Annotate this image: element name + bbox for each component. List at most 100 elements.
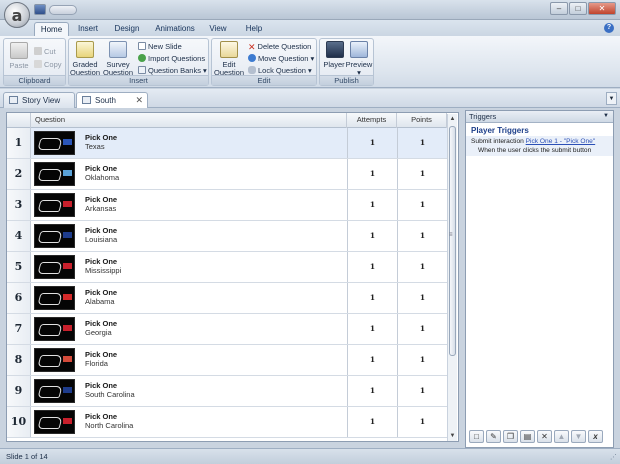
map-outline-icon [37, 262, 63, 274]
trigger-object-link[interactable]: Pick One 1 - "Pick One" [526, 138, 596, 145]
tab-view[interactable]: View [207, 22, 229, 36]
scroll-thumb[interactable] [449, 126, 456, 356]
app-menu-button[interactable]: a [4, 2, 30, 28]
table-row[interactable]: 6 Pick One Alabama 1 1 [7, 283, 447, 314]
slide-thumbnail [34, 193, 75, 217]
vertical-scrollbar[interactable]: ▲ ≡ ▼ [447, 114, 457, 441]
edit-trigger-icon[interactable]: ✎ [486, 430, 501, 443]
help-icon[interactable]: ? [604, 23, 614, 33]
attempts-cell: 1 [347, 128, 397, 158]
question-name: Florida [85, 359, 108, 368]
delete-trigger-icon[interactable]: ✕ [537, 430, 552, 443]
scroll-down-icon[interactable]: ▼ [448, 431, 457, 441]
question-type: Pick One [85, 133, 118, 142]
state-flag-icon [63, 139, 72, 145]
question-type: Pick One [85, 288, 118, 297]
attempts-cell: 1 [347, 190, 397, 220]
table-row[interactable]: 4 Pick One Louisiana 1 1 [7, 221, 447, 252]
table-row[interactable]: 5 Pick One Mississippi 1 1 [7, 252, 447, 283]
table-row[interactable]: 9 Pick One South Carolina 1 1 [7, 376, 447, 407]
tab-insert[interactable]: Insert [75, 22, 101, 36]
survey-question-icon [109, 41, 127, 58]
lock-icon [248, 66, 256, 74]
slide-thumbnail [34, 348, 75, 372]
paste-button[interactable]: Paste [7, 62, 31, 70]
player-button[interactable]: Player [320, 61, 348, 69]
new-trigger-icon[interactable]: □ [469, 430, 484, 443]
new-slide-button[interactable]: New Slide [138, 42, 182, 51]
save-icon[interactable] [34, 4, 46, 15]
table-row[interactable]: 8 Pick One Florida 1 1 [7, 345, 447, 376]
table-row[interactable]: 2 Pick One Oklahoma 1 1 [7, 159, 447, 190]
slide-thumbnail [34, 162, 75, 186]
table-row[interactable]: 7 Pick One Georgia 1 1 [7, 314, 447, 345]
trigger-description: Submit interaction Pick One 1 - "Pick On… [471, 138, 595, 145]
question-type: Pick One [85, 319, 118, 328]
undo-redo-icon[interactable] [49, 5, 77, 15]
question-banks-button[interactable]: Question Banks ▾ [138, 66, 207, 75]
copy-trigger-icon[interactable]: ❐ [503, 430, 518, 443]
tab-home[interactable]: Home [34, 22, 69, 36]
slide-thumbnail [34, 379, 75, 403]
tab-design[interactable]: Design [112, 22, 142, 36]
table-row[interactable]: 10 Pick One North Carolina 1 1 [7, 407, 447, 438]
move-question-button[interactable]: Move Question ▾ [248, 54, 314, 63]
tab-animations[interactable]: Animations [154, 22, 196, 36]
row-number: 9 [7, 376, 31, 406]
move-up-icon[interactable]: ▲ [554, 430, 569, 443]
table-row[interactable]: 1 Pick One Texas 1 1 [7, 128, 447, 159]
header-points[interactable]: Points [397, 113, 447, 128]
delete-question-button[interactable]: ✕ Delete Question [248, 42, 311, 52]
resize-grip-icon[interactable]: ⋰ [610, 453, 617, 461]
import-icon [138, 54, 146, 62]
points-cell: 1 [397, 221, 447, 251]
close-tab-icon[interactable]: ✕ [135, 93, 143, 108]
question-type: Pick One [85, 381, 118, 390]
player-triggers-title: Player Triggers [471, 126, 529, 135]
paste-trigger-icon[interactable]: ▤ [520, 430, 535, 443]
app-logo-letter: a [11, 5, 23, 25]
maximize-button[interactable]: □ [569, 2, 587, 15]
scroll-up-icon[interactable]: ▲ [448, 114, 457, 124]
doc-tab-south[interactable]: South ✕ [76, 92, 148, 108]
import-questions-button[interactable]: Import Questions [138, 54, 205, 63]
points-cell: 1 [397, 345, 447, 375]
grid-rows: 1 Pick One Texas 1 1 2 Pick One Oklahoma 1 1 3 Pick… [7, 128, 447, 442]
slide-thumbnail [34, 410, 75, 434]
tab-help[interactable]: Help [243, 22, 265, 36]
scroll-grip-icon: ≡ [449, 232, 453, 238]
trigger-condition: When the user clicks the submit button [478, 147, 592, 154]
copy-button[interactable]: Copy [34, 60, 62, 69]
status-bar: Slide 1 of 14 ⋰ [0, 448, 620, 464]
panel-menu-icon[interactable]: ▼ [603, 111, 609, 122]
lock-question-button[interactable]: Lock Question ▾ [248, 66, 312, 75]
question-name: Oklahoma [85, 173, 120, 182]
minimize-button[interactable]: – [550, 2, 568, 15]
cut-button[interactable]: Cut [34, 47, 56, 56]
variables-icon[interactable]: x [588, 430, 603, 443]
map-outline-icon [37, 231, 63, 243]
state-flag-icon [63, 387, 72, 393]
delete-icon: ✕ [248, 42, 256, 52]
tab-list-dropdown[interactable]: ▼ [606, 92, 617, 105]
slide-count: Slide 1 of 14 [6, 452, 48, 461]
header-attempts[interactable]: Attempts [347, 113, 397, 128]
close-button[interactable]: ✕ [588, 2, 616, 15]
question-grid: Question Attempts Points 1 Pick One Texas 1… [6, 112, 459, 442]
question-bank-icon [82, 96, 91, 104]
points-cell: 1 [397, 128, 447, 158]
doc-tab-story-view[interactable]: Story View [3, 92, 75, 108]
attempts-cell: 1 [347, 159, 397, 189]
trigger-action: Submit interaction [471, 138, 524, 145]
quick-access-toolbar [34, 4, 88, 15]
map-outline-icon [37, 169, 63, 181]
grid-header: Question Attempts Points [7, 113, 447, 128]
table-row[interactable]: 3 Pick One Arkansas 1 1 [7, 190, 447, 221]
customize-qat-icon[interactable] [80, 4, 88, 15]
move-down-icon[interactable]: ▼ [571, 430, 586, 443]
row-number: 4 [7, 221, 31, 251]
doc-tab-label: South [95, 96, 116, 105]
state-flag-icon [63, 418, 72, 424]
attempts-cell: 1 [347, 376, 397, 406]
header-question[interactable]: Question [31, 113, 347, 128]
